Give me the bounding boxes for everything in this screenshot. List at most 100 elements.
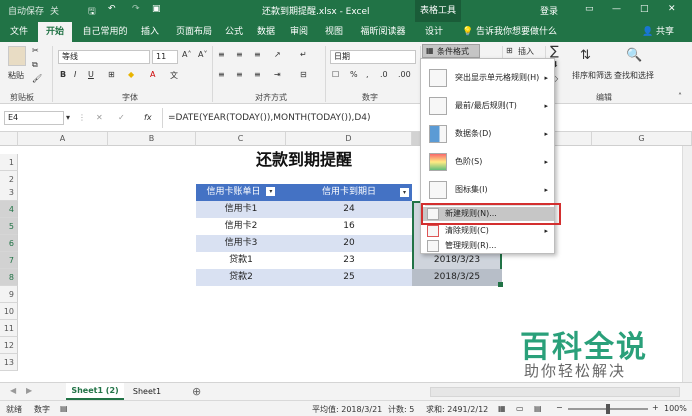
tab-view[interactable]: 视图 [322, 22, 346, 42]
macro-record-icon[interactable]: ▤ [60, 404, 68, 413]
close-icon[interactable]: ✕ [668, 4, 676, 14]
menu-item-manage-rules[interactable]: 管理规则(R)... [421, 239, 554, 253]
table-cell[interactable]: 贷款2 [196, 269, 286, 286]
column-header[interactable]: B [108, 132, 196, 146]
sort-filter-button[interactable]: 排序和筛选 [572, 70, 612, 81]
decrease-decimal-icon[interactable]: .00 [398, 70, 411, 79]
fill-handle[interactable] [498, 282, 503, 287]
column-header[interactable]: C [196, 132, 286, 146]
find-select-button[interactable]: 查找和选择 [614, 70, 654, 81]
share-icon[interactable]: 👤 [642, 22, 653, 42]
worksheet-grid[interactable]: A B C D E F G 1 2 3 4 5 6 7 8 9 10 11 12… [0, 132, 692, 382]
sheet-title[interactable]: 还款到期提醒 [196, 148, 412, 172]
underline-icon[interactable]: U [88, 70, 94, 79]
share-button[interactable]: 共享 [656, 22, 674, 42]
row-header[interactable]: 7 [0, 252, 18, 269]
paste-icon[interactable] [8, 46, 26, 66]
fill-color-icon[interactable]: ◆ [128, 70, 134, 79]
collapse-ribbon-icon[interactable]: ˄ [678, 92, 682, 101]
font-size-combo[interactable]: 11 [152, 50, 178, 64]
table-header[interactable]: 信用卡到期日 ▾ [286, 184, 412, 201]
sheet-tab-active[interactable]: Sheet1 (2) [66, 383, 124, 400]
tab-review[interactable]: 审阅 [287, 22, 311, 42]
tab-home[interactable]: 开始 [38, 22, 72, 42]
login-link[interactable]: 登录 [540, 4, 558, 17]
column-header[interactable]: G [592, 132, 692, 146]
menu-item-color-scales[interactable]: 色阶(S) ▸ [421, 149, 554, 175]
horizontal-scrollbar[interactable] [430, 387, 680, 397]
zoom-level[interactable]: 100% [664, 404, 687, 413]
row-header[interactable]: 13 [0, 354, 18, 371]
redo-icon[interactable]: ↷ [132, 4, 140, 14]
menu-item-highlight-rules[interactable]: 突出显示单元格规则(H) ▸ [421, 65, 554, 91]
maximize-icon[interactable]: □ [640, 4, 649, 14]
column-header[interactable]: A [18, 132, 108, 146]
border-icon[interactable]: ⊞ [108, 70, 115, 79]
table-cell[interactable]: 信用卡3 [196, 235, 286, 252]
currency-icon[interactable]: ☐ [332, 70, 339, 79]
page-layout-view-icon[interactable]: ▭ [516, 404, 524, 413]
minimize-icon[interactable]: — [612, 4, 621, 14]
table-cell[interactable]: 信用卡1 [196, 201, 286, 218]
vertical-scrollbar[interactable] [682, 146, 692, 382]
row-header[interactable]: 9 [0, 286, 18, 303]
date-cell[interactable]: 2018/3/23 [412, 252, 502, 269]
menu-item-top-bottom-rules[interactable]: 最前/最后规则(T) ▸ [421, 93, 554, 119]
table-cell[interactable]: 23 [286, 252, 412, 269]
align-right-icon[interactable]: ≡ [254, 70, 261, 79]
quick-access-icon[interactable]: ▣ [152, 4, 161, 14]
menu-item-clear-rules[interactable]: 清除规则(C) ▸ [421, 224, 554, 238]
paste-button[interactable]: 粘贴 [8, 70, 24, 81]
filter-dropdown-icon[interactable]: ▾ [400, 188, 409, 197]
orientation-icon[interactable]: ↗ [274, 50, 281, 59]
next-sheet-icon[interactable]: ▶ [26, 386, 32, 395]
align-bottom-icon[interactable]: ≡ [254, 50, 261, 59]
autosum-icon[interactable]: ∑ [550, 44, 559, 59]
formula-input[interactable]: =DATE(YEAR(TODAY()),MONTH(TODAY()),D4) [168, 113, 371, 123]
italic-icon[interactable]: I [74, 70, 76, 79]
cut-icon[interactable]: ✂ [32, 46, 39, 55]
row-header[interactable]: 12 [0, 337, 18, 354]
prev-sheet-icon[interactable]: ◀ [10, 386, 16, 395]
row-header[interactable]: 10 [0, 303, 18, 320]
wrap-text-icon[interactable]: ↵ [300, 50, 307, 59]
sheet-tab[interactable]: Sheet1 [126, 383, 168, 400]
tab-data[interactable]: 数据 [254, 22, 278, 42]
align-center-icon[interactable]: ≡ [236, 70, 243, 79]
zoom-out-icon[interactable]: − [556, 403, 563, 412]
save-icon[interactable]: 🖫 [88, 4, 96, 20]
percent-icon[interactable]: % [350, 70, 358, 79]
table-cell[interactable]: 贷款1 [196, 252, 286, 269]
insert-cells-button[interactable]: 插入 [518, 46, 534, 57]
row-header[interactable]: 1 [0, 154, 18, 171]
tab-foxit[interactable]: 福昕阅读器 [354, 22, 412, 42]
increase-decimal-icon[interactable]: .0 [380, 70, 388, 79]
conditional-format-button[interactable]: ▦ 条件格式 [422, 44, 480, 58]
autosave-toggle[interactable]: 关 [50, 4, 59, 17]
normal-view-icon[interactable]: ▦ [498, 404, 506, 413]
merge-center-icon[interactable]: ⊟ [300, 70, 307, 79]
menu-item-data-bars[interactable]: 数据条(D) ▸ [421, 121, 554, 147]
ribbon-display-icon[interactable]: ▭ [585, 4, 594, 14]
align-top-icon[interactable]: ≡ [218, 50, 225, 59]
bold-icon[interactable]: B [60, 70, 66, 79]
align-middle-icon[interactable]: ≡ [236, 50, 243, 59]
tab-file[interactable]: 文件 [4, 22, 34, 42]
menu-item-icon-sets[interactable]: 图标集(I) ▸ [421, 177, 554, 203]
name-box-dropdown-icon[interactable]: ▾ [66, 113, 70, 122]
format-painter-icon[interactable]: 🖌 [32, 74, 42, 83]
zoom-slider-thumb[interactable] [606, 404, 610, 414]
row-header[interactable]: 4 [0, 201, 18, 218]
number-format-combo[interactable]: 日期 [330, 50, 416, 64]
tab-formulas[interactable]: 公式 [222, 22, 246, 42]
table-cell[interactable]: 信用卡2 [196, 218, 286, 235]
filter-dropdown-icon[interactable]: ▾ [266, 187, 276, 196]
row-header[interactable]: 11 [0, 320, 18, 337]
grow-font-icon[interactable]: A˄ [182, 50, 191, 59]
table-cell[interactable]: 25 [286, 269, 412, 286]
comma-icon[interactable]: , [366, 70, 369, 79]
table-header[interactable]: 信用卡账单日 ▾ [196, 184, 286, 201]
find-select-icon[interactable]: 🔍 [626, 48, 642, 63]
cancel-icon[interactable]: ✕ [96, 113, 103, 122]
table-cell[interactable]: 20 [286, 235, 412, 252]
